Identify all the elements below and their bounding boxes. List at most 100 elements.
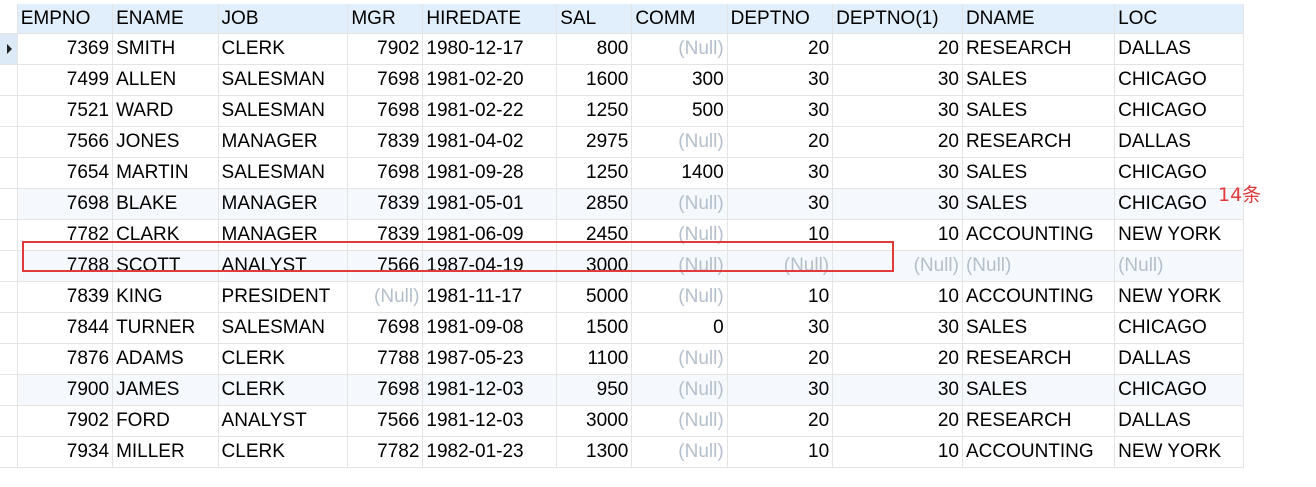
cell-dname[interactable]: RESEARCH [962,343,1116,375]
cell-comm[interactable]: (Null) [631,250,728,282]
table-row[interactable]: 7654 MARTIN SALESMAN 7698 1981-09-28 1250 1400… [0,157,1244,189]
cell-ename[interactable]: KING [112,281,219,313]
table-row[interactable]: 7900 JAMES CLERK 7698 1981-12-03 950 (Null) 30 3… [0,374,1244,406]
cell-dname[interactable]: SALES [962,374,1116,406]
cell-empno[interactable]: 7788 [17,250,114,282]
cell-empno[interactable]: 7844 [17,312,114,344]
cell-hiredate[interactable]: 1987-05-23 [422,343,558,375]
row-indicator[interactable] [0,250,18,282]
cell-sal[interactable]: 2450 [556,219,633,251]
cell-ename[interactable]: SCOTT [112,250,219,282]
cell-loc[interactable]: NEW YORK [1114,436,1244,468]
cell-hiredate[interactable]: 1981-11-17 [422,281,558,313]
cell-deptno-1[interactable]: 10 [832,281,963,313]
cell-job[interactable]: SALESMAN [218,64,349,96]
cell-deptno[interactable]: 30 [727,312,834,344]
cell-dname[interactable]: RESEARCH [962,126,1116,158]
table-row[interactable]: 7698 BLAKE MANAGER 7839 1981-05-01 2850 (Null)… [0,188,1244,220]
cell-mgr[interactable]: (Null) [347,281,424,313]
row-indicator[interactable] [0,374,18,406]
cell-hiredate[interactable]: 1981-02-22 [422,95,558,127]
cell-loc[interactable]: (Null) [1114,250,1244,282]
cell-deptno-1[interactable]: 30 [832,95,963,127]
cell-job[interactable]: CLERK [218,374,349,406]
cell-comm[interactable]: (Null) [631,33,728,65]
row-indicator[interactable] [0,95,18,127]
cell-deptno[interactable]: (Null) [727,250,834,282]
cell-comm[interactable]: (Null) [631,281,728,313]
cell-sal[interactable]: 1300 [556,436,633,468]
cell-hiredate[interactable]: 1980-12-17 [422,33,558,65]
cell-loc[interactable]: CHICAGO [1114,312,1244,344]
cell-ename[interactable]: FORD [112,405,219,437]
cell-mgr[interactable]: 7839 [347,219,424,251]
column-header-dname[interactable]: DNAME [962,4,1116,34]
cell-job[interactable]: MANAGER [218,126,349,158]
cell-loc[interactable]: CHICAGO [1114,64,1244,96]
cell-hiredate[interactable]: 1981-02-20 [422,64,558,96]
cell-sal[interactable]: 950 [556,374,633,406]
cell-job[interactable]: SALESMAN [218,157,349,189]
cell-job[interactable]: CLERK [218,343,349,375]
cell-mgr[interactable]: 7788 [347,343,424,375]
row-indicator[interactable] [0,64,18,96]
column-header-mgr[interactable]: MGR [347,4,424,34]
cell-comm[interactable]: 300 [631,64,728,96]
cell-comm[interactable]: 1400 [631,157,728,189]
cell-sal[interactable]: 2975 [556,126,633,158]
cell-sal[interactable]: 3000 [556,250,633,282]
cell-empno[interactable]: 7698 [17,188,114,220]
cell-ename[interactable]: JAMES [112,374,219,406]
cell-loc[interactable]: CHICAGO [1114,374,1244,406]
cell-job[interactable]: CLERK [218,436,349,468]
cell-loc[interactable]: CHICAGO [1114,95,1244,127]
cell-empno[interactable]: 7499 [17,64,114,96]
table-row[interactable]: 7566 JONES MANAGER 7839 1981-04-02 2975 (Null)… [0,126,1244,158]
column-header-sal[interactable]: SAL [556,4,633,34]
column-header-deptno-1[interactable]: DEPTNO(1) [832,4,963,34]
cell-hiredate[interactable]: 1981-05-01 [422,188,558,220]
cell-sal[interactable]: 1250 [556,157,633,189]
cell-hiredate[interactable]: 1981-09-08 [422,312,558,344]
cell-deptno-1[interactable]: 30 [832,188,963,220]
cell-sal[interactable]: 1500 [556,312,633,344]
cell-deptno-1[interactable]: 20 [832,405,963,437]
cell-deptno[interactable]: 30 [727,157,834,189]
cell-empno[interactable]: 7654 [17,157,114,189]
cell-mgr[interactable]: 7566 [347,405,424,437]
table-row[interactable]: 7788 SCOTT ANALYST 7566 1987-04-19 3000 (Null)… [0,250,1244,282]
cell-hiredate[interactable]: 1981-12-03 [422,374,558,406]
cell-deptno[interactable]: 30 [727,188,834,220]
cell-ename[interactable]: JONES [112,126,219,158]
row-indicator[interactable] [0,343,18,375]
cell-hiredate[interactable]: 1987-04-19 [422,250,558,282]
cell-deptno-1[interactable]: 10 [832,219,963,251]
cell-deptno-1[interactable]: 30 [832,157,963,189]
table-row[interactable]: 7839 KING PRESIDENT (Null) 1981-11-17 5000 (Nu… [0,281,1244,313]
cell-dname[interactable]: SALES [962,95,1116,127]
column-header-empno[interactable]: EMPNO [17,4,114,34]
cell-loc[interactable]: DALLAS [1114,343,1244,375]
table-row[interactable]: 7521 WARD SALESMAN 7698 1981-02-22 1250 500 30 3… [0,95,1244,127]
cell-dname[interactable]: (Null) [962,250,1116,282]
cell-deptno[interactable]: 10 [727,436,834,468]
table-row[interactable]: 7934 MILLER CLERK 7782 1982-01-23 1300 (Null) 1… [0,436,1244,468]
cell-mgr[interactable]: 7698 [347,64,424,96]
row-indicator[interactable] [0,436,18,468]
cell-mgr[interactable]: 7902 [347,33,424,65]
cell-empno[interactable]: 7900 [17,374,114,406]
cell-deptno-1[interactable]: 20 [832,126,963,158]
cell-deptno-1[interactable]: 20 [832,33,963,65]
cell-deptno[interactable]: 20 [727,33,834,65]
cell-dname[interactable]: RESEARCH [962,405,1116,437]
cell-comm[interactable]: (Null) [631,436,728,468]
cell-deptno-1[interactable]: 30 [832,64,963,96]
cell-ename[interactable]: MARTIN [112,157,219,189]
cell-deptno-1[interactable]: 30 [832,374,963,406]
cell-hiredate[interactable]: 1982-01-23 [422,436,558,468]
cell-deptno[interactable]: 30 [727,95,834,127]
cell-hiredate[interactable]: 1981-12-03 [422,405,558,437]
cell-comm[interactable]: (Null) [631,188,728,220]
cell-job[interactable]: CLERK [218,33,349,65]
cell-empno[interactable]: 7369 [17,33,114,65]
